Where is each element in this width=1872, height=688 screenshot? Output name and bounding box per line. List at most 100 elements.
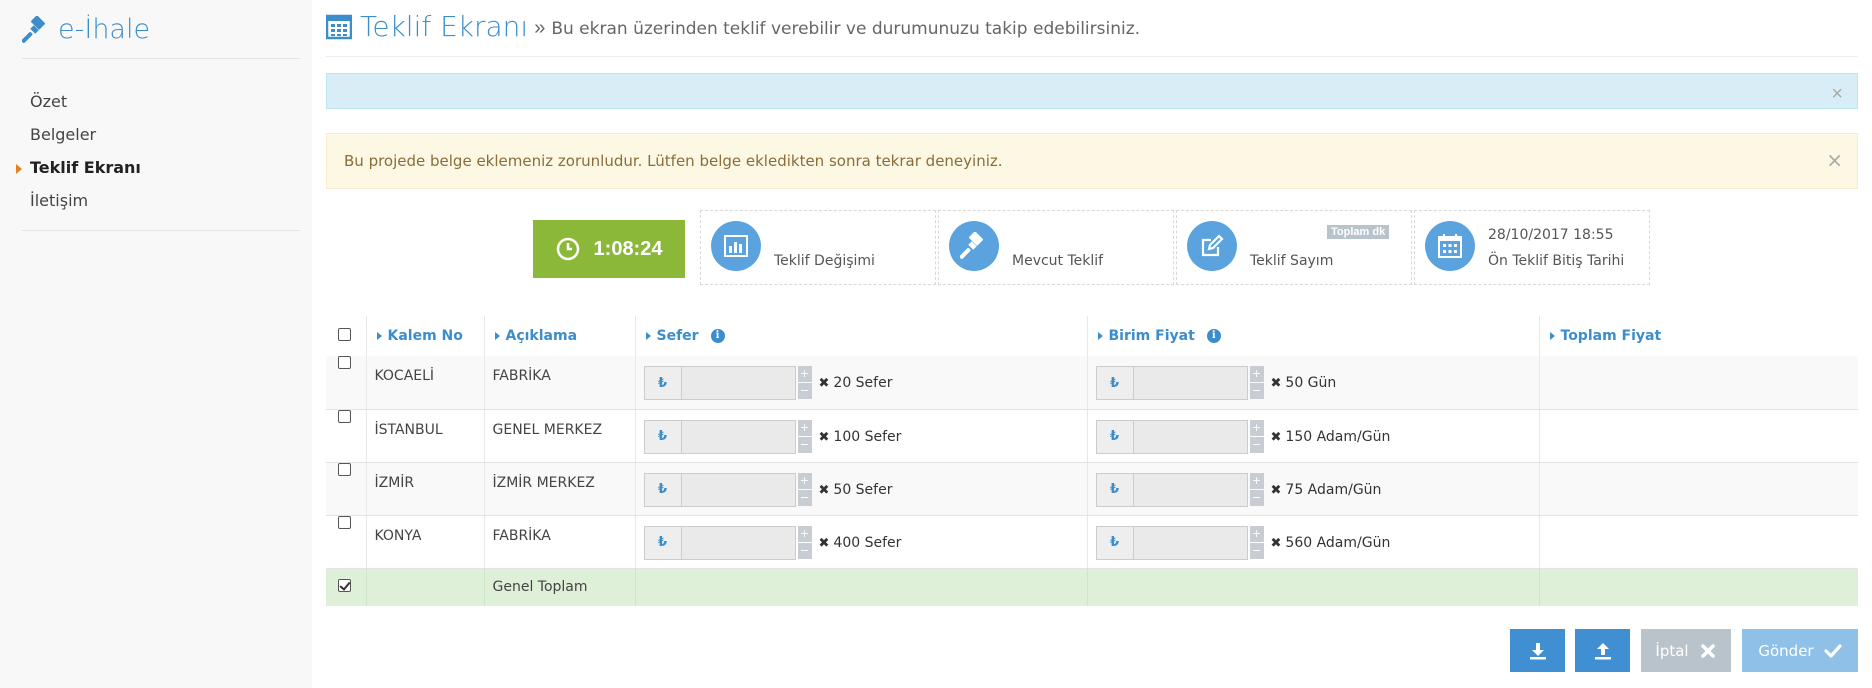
decrement-button[interactable]: − <box>1249 436 1264 453</box>
column-header-aciklama[interactable]: Açıklama <box>483 316 635 356</box>
caret-right-icon <box>376 332 382 340</box>
decrement-button[interactable]: − <box>797 489 812 506</box>
caret-right-icon <box>1549 332 1555 340</box>
stat-label: Teklif Sayım <box>1250 253 1334 269</box>
stat-label: Teklif Değişimi <box>774 253 875 269</box>
column-header-kalem-no[interactable]: Kalem No <box>365 316 484 356</box>
cell-birim-fiyat: ₺ + − ✖ 150 Adam/Gün <box>1086 409 1539 463</box>
total-checkbox[interactable] <box>338 578 351 592</box>
warning-alert: Bu projede belge eklemeniz zorunludur. L… <box>326 133 1858 189</box>
unit-price-input[interactable] <box>1133 366 1248 400</box>
unit-price-input[interactable] <box>1133 419 1248 454</box>
sidebar-item-belgeler[interactable]: Belgeler <box>0 121 312 154</box>
decrement-button[interactable]: − <box>797 383 812 399</box>
table-row: İSTANBUL GENEL MERKEZ ₺ + − ✖ 100 Sefer ₺ … <box>326 409 1858 463</box>
multiplier-label: ✖ 50 Gün <box>1270 375 1337 391</box>
column-header-sefer[interactable]: Sefer i <box>634 316 1087 356</box>
quantity-stepper: + − <box>797 366 812 400</box>
upload-button[interactable] <box>1575 629 1630 672</box>
increment-button[interactable]: + <box>797 472 812 489</box>
stat-label: Ön Teklif Bitiş Tarihi <box>1488 253 1625 269</box>
row-checkbox[interactable] <box>338 515 351 529</box>
sidebar-divider <box>22 230 300 231</box>
row-checkbox[interactable] <box>338 356 351 369</box>
send-button[interactable]: Gönder <box>1742 629 1858 672</box>
decrement-button[interactable]: − <box>797 542 812 559</box>
close-icon <box>1700 643 1715 658</box>
sidebar-item-teklif-ekrani[interactable]: Teklif Ekranı <box>0 154 312 187</box>
increment-button[interactable]: + <box>1249 366 1264 382</box>
upload-icon <box>1594 642 1611 659</box>
cell-kalem-no: KONYA <box>365 515 484 569</box>
cell-total-value <box>1538 568 1858 606</box>
cell-empty <box>1086 568 1539 606</box>
title-separator: » <box>534 17 546 39</box>
lira-icon: ₺ <box>643 525 682 560</box>
info-icon[interactable]: i <box>710 329 725 343</box>
gavel-icon <box>22 15 46 43</box>
decrement-button[interactable]: − <box>1249 489 1264 506</box>
info-icon[interactable]: i <box>1206 329 1221 343</box>
decrement-button[interactable]: − <box>1249 383 1264 399</box>
sidebar-item-iletisim[interactable]: İletişim <box>0 187 312 220</box>
stat-card-mevcut-teklif: Mevcut Teklif <box>938 210 1174 285</box>
times-icon: ✖ <box>1270 429 1282 445</box>
stat-card-on-teklif-bitis: 28/10/2017 18:55 Ön Teklif Bitiş Tarihi <box>1414 210 1650 285</box>
cancel-button[interactable]: İptal <box>1641 629 1731 672</box>
bar-chart-icon <box>711 221 761 271</box>
table-header-row: Kalem No Açıklama Sefer i Birim Fiyat i To… <box>326 316 1858 356</box>
cell-toplam-fiyat <box>1538 356 1858 410</box>
cell-sefer: ₺ + − ✖ 20 Sefer <box>634 356 1087 410</box>
page-subtitle: Bu ekran üzerinden teklif verebilir ve d… <box>551 18 1141 39</box>
unit-price-input[interactable] <box>1133 472 1248 507</box>
decrement-button[interactable]: − <box>797 436 812 453</box>
cell-aciklama: GENEL MERKEZ <box>483 409 635 463</box>
quantity-stepper: + − <box>797 472 812 507</box>
quantity-stepper: + − <box>797 525 812 560</box>
row-checkbox-cell <box>326 356 366 410</box>
increment-button[interactable]: + <box>1249 525 1264 542</box>
table-row: İZMİR İZMİR MERKEZ ₺ + − ✖ 50 Sefer ₺ + − ✖… <box>326 462 1858 516</box>
cell-aciklama: İZMİR MERKEZ <box>483 462 635 516</box>
page-title: Teklif Ekranı <box>360 10 529 43</box>
lira-icon: ₺ <box>1095 419 1134 454</box>
table-icon <box>326 14 352 39</box>
sidebar-item-ozet[interactable]: Özet <box>0 88 312 121</box>
cell-kalem-no: KOCAELİ <box>365 356 484 410</box>
sefer-price-input[interactable] <box>681 525 796 560</box>
column-header-birim-fiyat[interactable]: Birim Fiyat i <box>1086 316 1539 356</box>
unit-price-input[interactable] <box>1133 525 1248 560</box>
select-all-checkbox[interactable] <box>338 327 351 341</box>
timer-value: 1:08:24 <box>593 237 663 260</box>
row-checkbox[interactable] <box>338 462 351 476</box>
sefer-price-input[interactable] <box>681 419 796 454</box>
warning-alert-close-button[interactable]: × <box>1826 150 1843 170</box>
stat-card-teklif-degisimi: Teklif Değişimi <box>700 210 936 285</box>
cell-toplam-fiyat <box>1538 462 1858 516</box>
table-row: KOCAELİ FABRİKA ₺ + − ✖ 20 Sefer ₺ + − ✖ 50 … <box>326 356 1858 410</box>
sefer-price-input[interactable] <box>681 472 796 507</box>
times-icon: ✖ <box>818 376 830 391</box>
increment-button[interactable]: + <box>1249 472 1264 489</box>
row-checkbox[interactable] <box>338 409 351 423</box>
increment-button[interactable]: + <box>797 525 812 542</box>
brand-name: e-İhale <box>58 14 151 45</box>
times-icon: ✖ <box>1270 482 1282 498</box>
countdown-timer: 1:08:24 <box>533 220 685 278</box>
clock-icon <box>556 237 579 261</box>
increment-button[interactable]: + <box>797 419 812 436</box>
quantity-stepper: + − <box>1249 366 1264 400</box>
warning-alert-text: Bu projede belge eklemeniz zorunludur. L… <box>344 152 1003 170</box>
increment-button[interactable]: + <box>797 366 812 382</box>
column-header-toplam-fiyat[interactable]: Toplam Fiyat <box>1538 316 1858 356</box>
download-button[interactable] <box>1510 629 1565 672</box>
bid-table: Kalem No Açıklama Sefer i Birim Fiyat i To… <box>326 316 1858 606</box>
decrement-button[interactable]: − <box>1249 542 1264 559</box>
multiplier-label: ✖ 50 Sefer <box>818 481 893 498</box>
cell-birim-fiyat: ₺ + − ✖ 75 Adam/Gün <box>1086 462 1539 516</box>
total-label: Genel Toplam <box>483 568 635 606</box>
info-alert-close-button[interactable]: × <box>1831 84 1843 104</box>
increment-button[interactable]: + <box>1249 419 1264 436</box>
brand[interactable]: e-İhale <box>22 14 150 45</box>
sefer-price-input[interactable] <box>681 366 796 400</box>
